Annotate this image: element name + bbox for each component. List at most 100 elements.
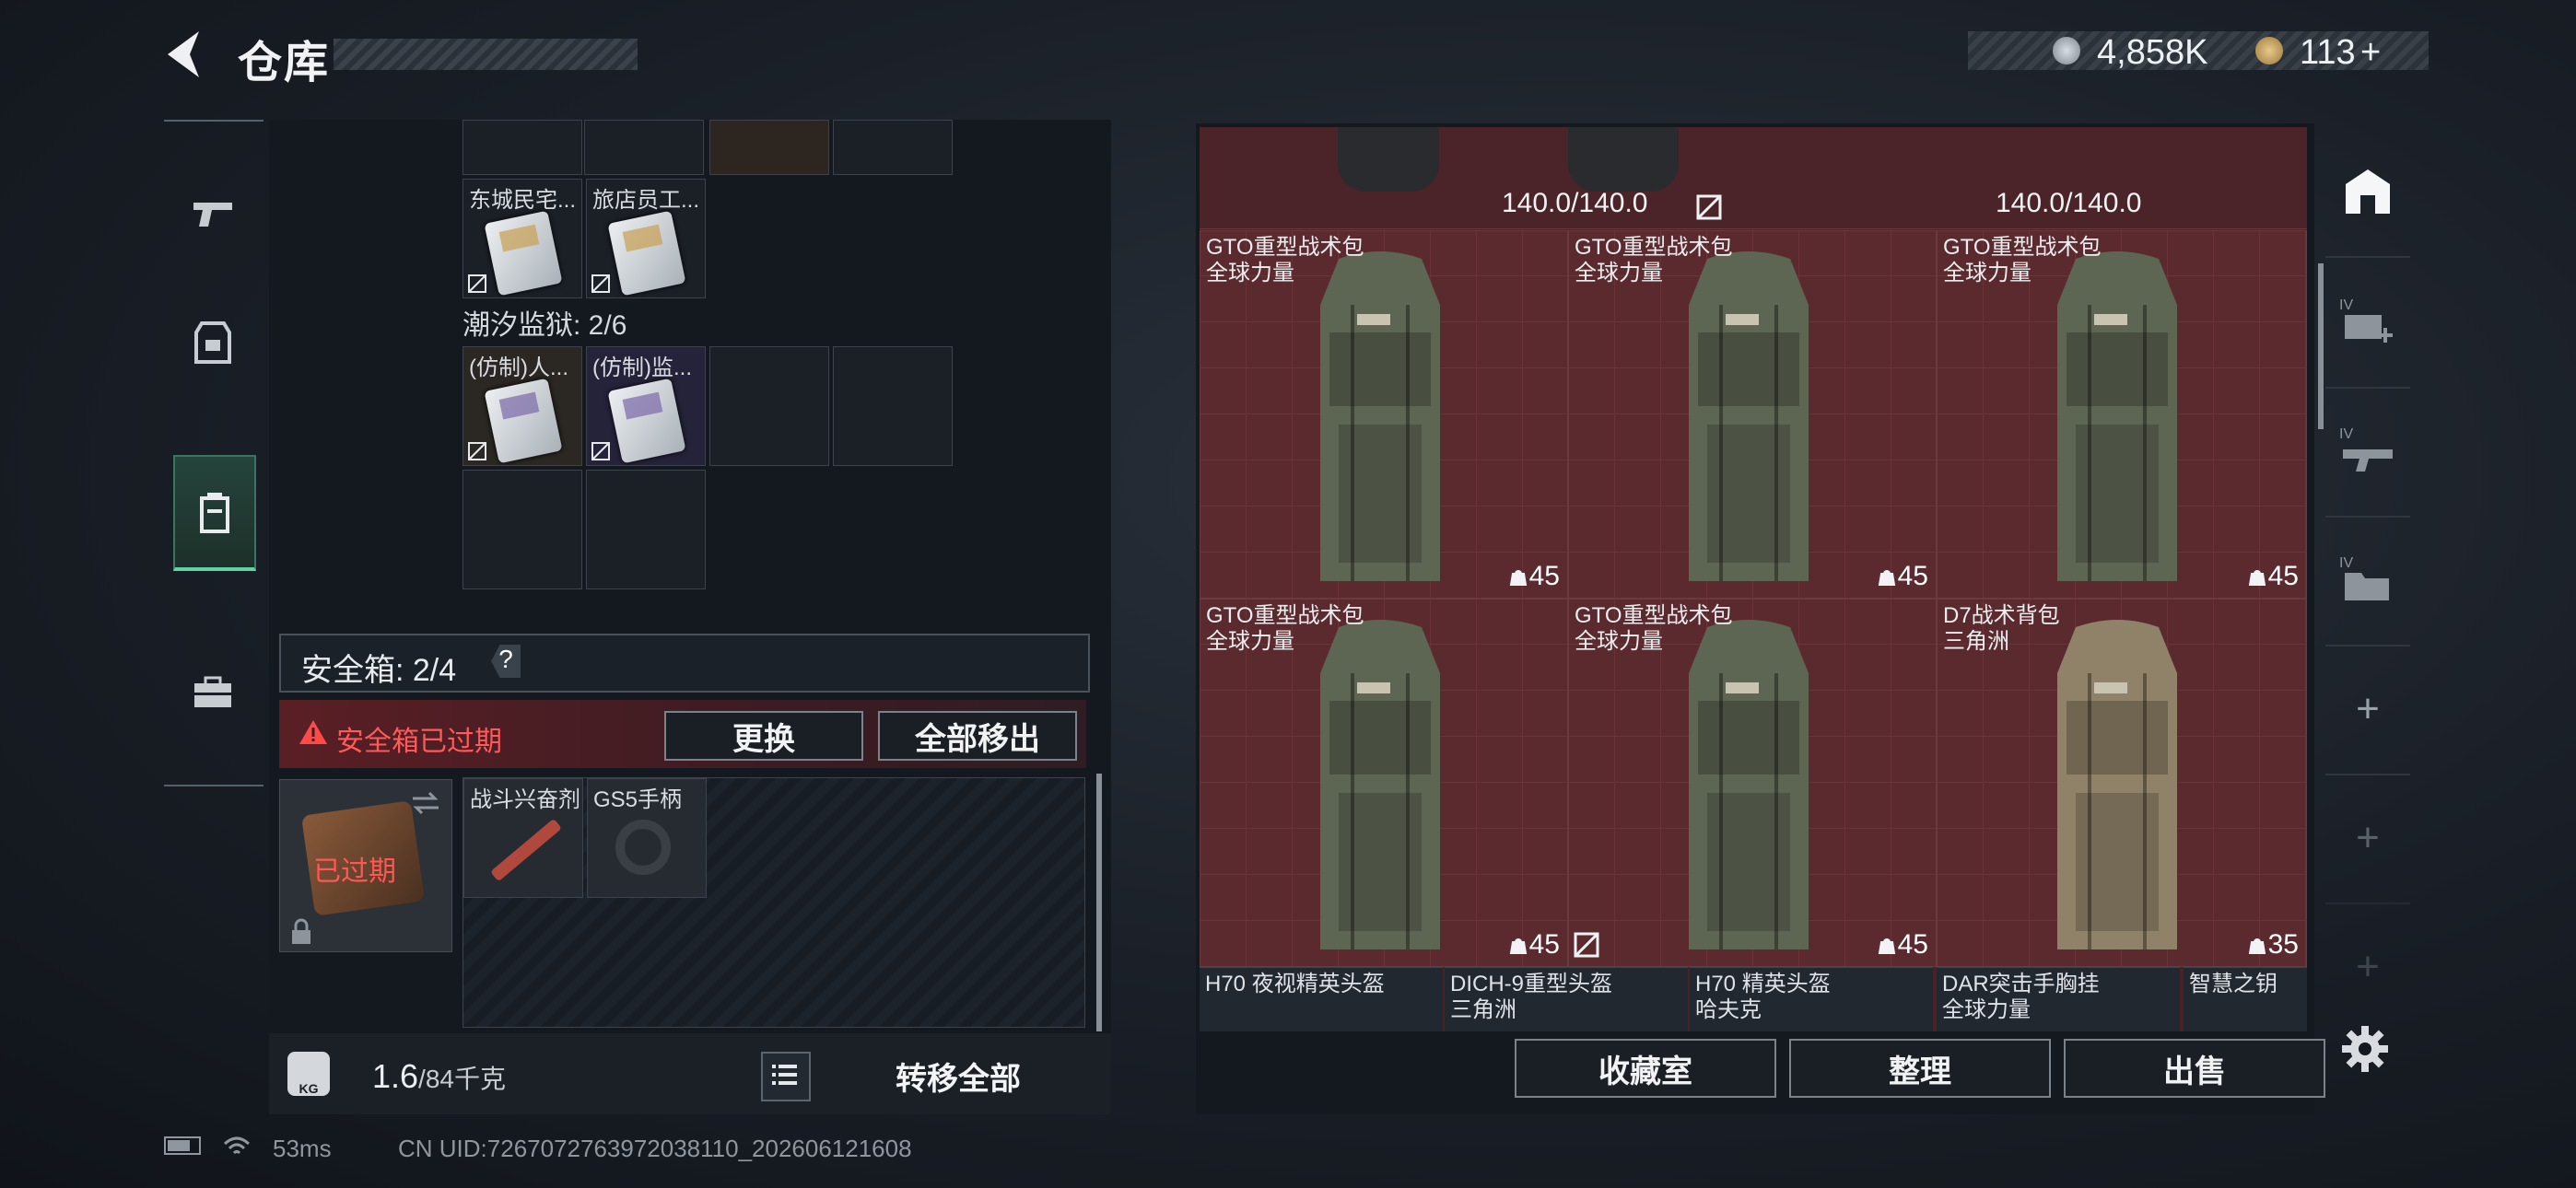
svg-text:IV: IV bbox=[2339, 297, 2353, 313]
stash-item[interactable]: DICH-9重型头盔 三角洲 bbox=[1445, 967, 1688, 1031]
settings-gear-icon[interactable] bbox=[2340, 1024, 2390, 1074]
backpack-slot[interactable]: GTO重型战术包 全球力量 45 bbox=[1200, 599, 1568, 967]
grid-cell[interactable] bbox=[833, 346, 953, 466]
move-all-out-button[interactable]: 全部移出 bbox=[878, 711, 1077, 761]
grid-cell[interactable] bbox=[463, 470, 582, 589]
durability-label: 140.0/140.0 bbox=[1502, 188, 1648, 218]
backpack-slot[interactable]: GTO重型战术包 全球力量 45 bbox=[1568, 230, 1937, 599]
grid-cell[interactable] bbox=[586, 470, 706, 589]
item-name: GTO重型战术包 全球力量 bbox=[1575, 603, 1733, 654]
back-button[interactable] bbox=[162, 28, 208, 81]
back-arrow-icon bbox=[168, 31, 199, 77]
warning-icon bbox=[299, 720, 327, 744]
item-label: GS5手柄 bbox=[593, 787, 683, 812]
stash-item[interactable]: 智慧之钥 bbox=[2184, 967, 2307, 1031]
stash-item[interactable]: H70 夜视精英头盔 bbox=[1200, 967, 1443, 1031]
plus-icon: + bbox=[2356, 686, 2380, 731]
ping-label: 53ms bbox=[273, 1135, 332, 1162]
replace-button[interactable]: 更换 bbox=[664, 711, 863, 761]
item-count: 45 bbox=[1876, 929, 1928, 961]
svg-text:IV: IV bbox=[2339, 555, 2353, 571]
safe-item-slot[interactable]: GS5手柄 bbox=[587, 778, 707, 898]
expired-warning-bar: 安全箱已过期 更换 全部移出 bbox=[279, 700, 1086, 768]
backpack-image bbox=[2057, 251, 2177, 581]
map-section-label: 潮汐监狱: 2/6 bbox=[463, 310, 627, 341]
weight-current: 1.6 bbox=[372, 1057, 419, 1095]
item-name: DAR突击手胸挂 全球力量 bbox=[1942, 972, 2100, 1022]
add-stash-page-button[interactable]: + bbox=[2325, 903, 2410, 1031]
item-name: H70 精英头盔 哈夫克 bbox=[1695, 972, 1831, 1022]
no-trade-icon bbox=[468, 274, 486, 293]
backpack-image bbox=[1320, 251, 1440, 581]
list-view-button[interactable] bbox=[761, 1052, 811, 1101]
safe-box-slot[interactable]: 已过期 bbox=[279, 779, 452, 952]
keycard-slot[interactable]: (仿制)人... bbox=[463, 346, 582, 466]
currency-bar: 4,858K 113 + bbox=[1968, 31, 2429, 73]
backpack-image bbox=[1689, 251, 1809, 581]
grid-cell[interactable] bbox=[463, 120, 582, 175]
stash-item[interactable]: H70 精英头盔 哈夫克 bbox=[1690, 967, 1933, 1031]
item-count: 45 bbox=[1876, 561, 1928, 592]
backpack-image bbox=[2057, 620, 2177, 949]
add-stash-page-button[interactable]: + bbox=[2325, 645, 2410, 775]
stash-item[interactable]: DAR突击手胸挂 全球力量 bbox=[1937, 967, 2180, 1031]
add-stash-page-button[interactable]: + bbox=[2325, 774, 2410, 904]
vest-image bbox=[1568, 127, 1679, 192]
grid-cell[interactable] bbox=[709, 346, 829, 466]
backpack-image bbox=[1689, 620, 1809, 949]
uid-label: CN UID:7267072763972038110_202606121608 bbox=[398, 1135, 912, 1162]
safe-box-title: 安全箱: 2/4 bbox=[301, 653, 457, 688]
backpack-slot[interactable]: GTO重型战术包 全球力量 45 bbox=[1200, 230, 1568, 599]
lock-icon bbox=[292, 918, 310, 944]
grid-cell[interactable] bbox=[584, 120, 704, 175]
backpack-slot[interactable]: D7战术背包 三角洲 35 bbox=[1937, 599, 2307, 967]
backpack-slot[interactable]: GTO重型战术包 全球力量 45 bbox=[1568, 599, 1937, 967]
item-label: 东城民宅... bbox=[469, 188, 577, 213]
keycard-slot[interactable]: 旅店员工... bbox=[586, 179, 706, 298]
backpack-icon bbox=[200, 493, 229, 533]
stash-page-3[interactable]: IV bbox=[2325, 387, 2410, 518]
silver-coin-icon bbox=[2053, 37, 2080, 64]
safe-item-slot[interactable]: 战斗兴奋剂 bbox=[463, 778, 583, 898]
page-title: 仓库 bbox=[238, 39, 331, 87]
weight-total: /84千克 bbox=[418, 1065, 506, 1093]
safe-box-grid: 战斗兴奋剂 GS5手柄 bbox=[463, 777, 1085, 1028]
sell-button[interactable]: 出售 bbox=[2064, 1039, 2325, 1098]
grip-image bbox=[615, 820, 671, 875]
tab-toolbox[interactable] bbox=[173, 637, 252, 748]
add-currency-button[interactable]: + bbox=[2360, 33, 2381, 73]
stash-page-main[interactable] bbox=[2325, 127, 2410, 258]
no-trade-icon bbox=[468, 442, 486, 460]
stash-actions: 收藏室 整理 出售 bbox=[1200, 1035, 2325, 1109]
organize-button[interactable]: 整理 bbox=[1789, 1039, 2051, 1098]
keycard-slot[interactable]: (仿制)监... bbox=[586, 346, 706, 466]
grid-cell[interactable] bbox=[709, 120, 829, 175]
no-trade-icon bbox=[591, 274, 610, 293]
tab-weapons[interactable] bbox=[173, 158, 252, 269]
backpack-slot[interactable]: GTO重型战术包 全球力量 45 bbox=[1937, 230, 2307, 599]
stash-page-2[interactable]: IV bbox=[2325, 258, 2410, 389]
briefcase-icon bbox=[194, 676, 231, 707]
keycard-image bbox=[607, 210, 686, 297]
tab-equipment[interactable] bbox=[173, 287, 252, 398]
grid-cell[interactable] bbox=[833, 120, 953, 175]
transfer-all-button[interactable]: 转移全部 bbox=[896, 1054, 1021, 1099]
no-trade-icon bbox=[1574, 932, 1599, 958]
scrollbar[interactable] bbox=[2318, 263, 2324, 429]
stash-page-4[interactable]: IV bbox=[2325, 516, 2410, 646]
tab-backpack[interactable] bbox=[173, 455, 256, 571]
swap-icon[interactable] bbox=[409, 789, 442, 817]
item-name: D7战术背包 三角洲 bbox=[1943, 603, 2060, 654]
svg-text:IV: IV bbox=[2339, 426, 2353, 442]
item-name: 智慧之钥 bbox=[2189, 972, 2277, 996]
item-count: 45 bbox=[2246, 561, 2299, 592]
safe-box-expired-label: 已过期 bbox=[313, 856, 396, 887]
no-trade-icon bbox=[1696, 194, 1722, 220]
scrollbar[interactable] bbox=[1096, 774, 1102, 1031]
item-name: GTO重型战术包 全球力量 bbox=[1575, 235, 1733, 285]
help-button[interactable]: ? bbox=[491, 645, 521, 678]
collection-room-button[interactable]: 收藏室 bbox=[1515, 1039, 1776, 1098]
keycard-slot[interactable]: 东城民宅... bbox=[463, 179, 582, 298]
stash-page-nav: IV IV IV + + + bbox=[2325, 127, 2410, 1048]
gold-coin-icon bbox=[2255, 37, 2283, 64]
